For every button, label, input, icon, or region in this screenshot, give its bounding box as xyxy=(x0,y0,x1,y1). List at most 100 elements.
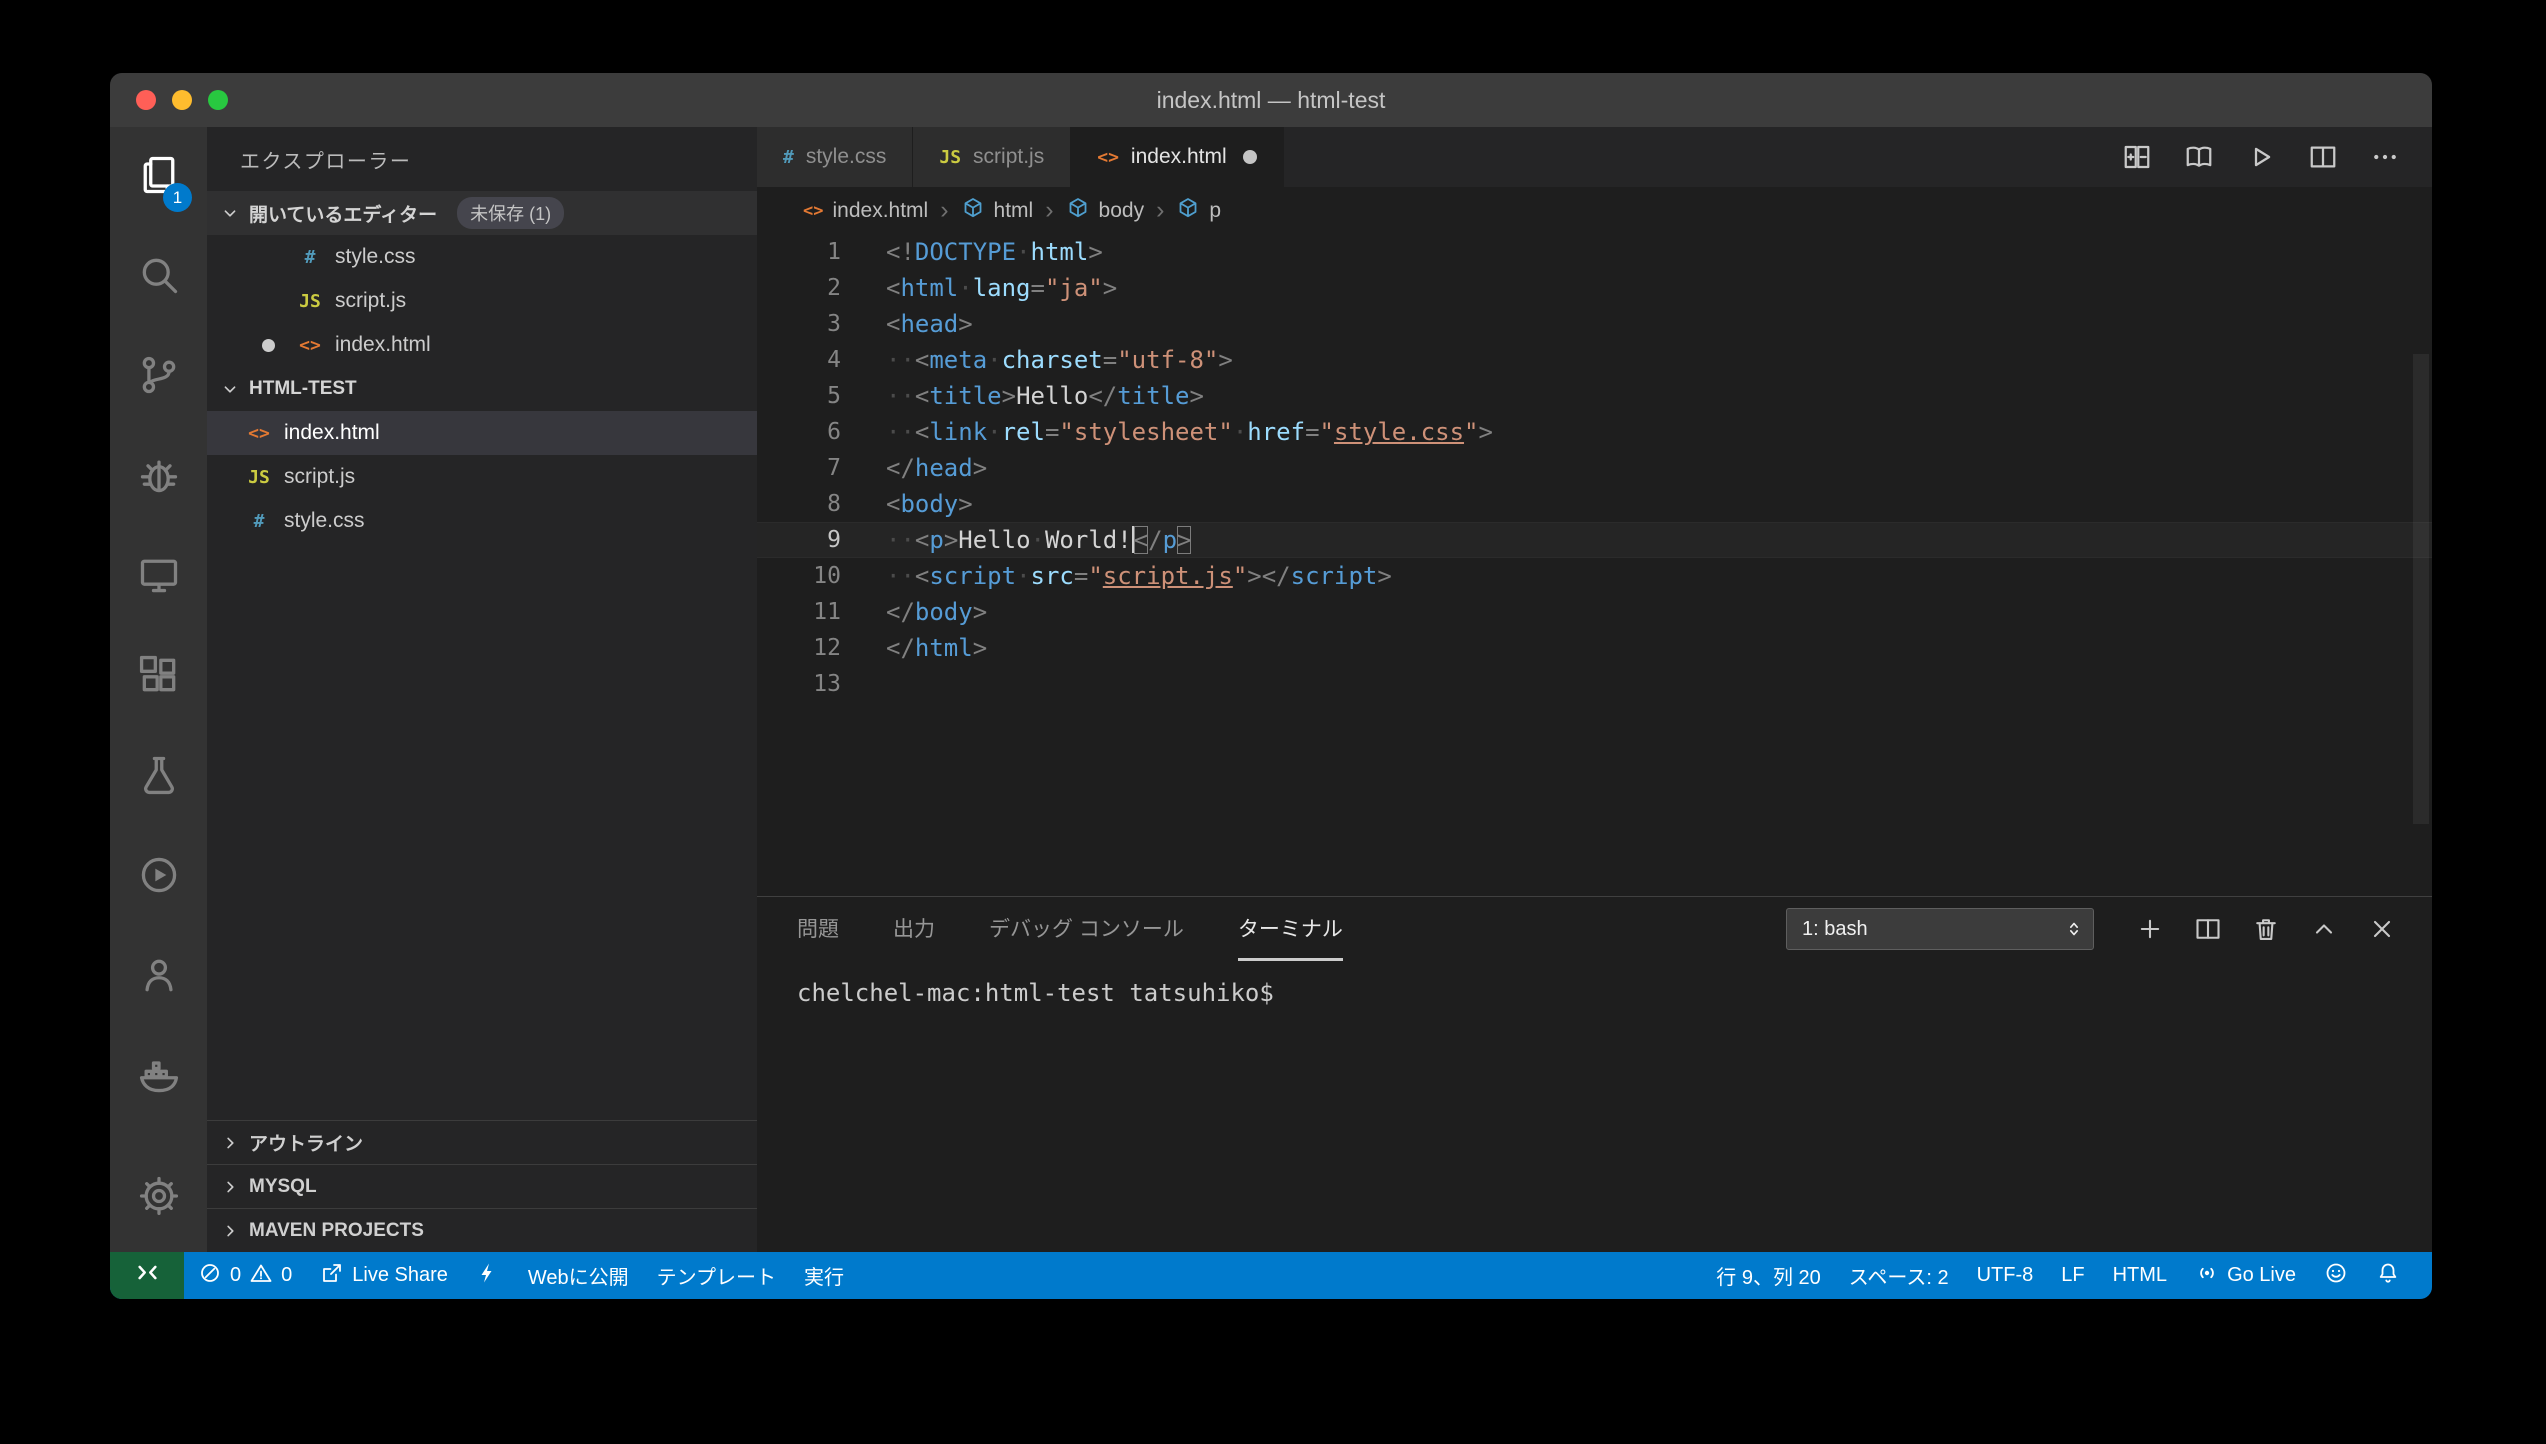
open-editors-header[interactable]: 開いているエディター 未保存 (1) xyxy=(207,191,757,235)
code-line[interactable]: 9··<p>Hello·World!</p> xyxy=(757,522,2432,558)
editor-scrollbar[interactable] xyxy=(2413,354,2429,824)
more-actions-icon[interactable] xyxy=(2370,142,2400,172)
tab-script-js[interactable]: JS script.js xyxy=(913,127,1071,187)
activity-item-extensions[interactable] xyxy=(110,627,207,727)
maximize-panel-icon[interactable] xyxy=(2310,915,2338,943)
activity-item-test[interactable] xyxy=(110,727,207,827)
activity-bar: 1 xyxy=(110,127,207,1252)
code-text: ··<meta·charset="utf-8"> xyxy=(886,342,1233,378)
beaker-icon xyxy=(137,753,181,802)
cursor-position[interactable]: 行 9、列 20 xyxy=(1702,1252,1834,1299)
section-mysql[interactable]: MYSQL xyxy=(207,1164,757,1208)
problems-status[interactable]: 0 0 xyxy=(184,1252,306,1299)
run-button[interactable]: 実行 xyxy=(790,1252,858,1299)
code-line[interactable]: 12</html> xyxy=(757,630,2432,666)
template-button[interactable]: テンプレート xyxy=(643,1252,790,1299)
html-file-icon: <> xyxy=(803,201,823,221)
remote-indicator[interactable] xyxy=(110,1252,184,1299)
code-line[interactable]: 1<!DOCTYPE·html> xyxy=(757,234,2432,270)
file-tree-item[interactable]: # style.css xyxy=(207,499,757,543)
open-editor-item[interactable]: JS script.js xyxy=(207,279,757,323)
html-file-icon: <> xyxy=(243,423,275,444)
file-tree-item[interactable]: JS script.js xyxy=(207,455,757,499)
minimize-window-button[interactable] xyxy=(172,90,192,110)
collapsed-sections: アウトライン MYSQL MAVEN PROJECTS xyxy=(207,1120,757,1252)
breadcrumb-separator: › xyxy=(1043,196,1055,225)
close-panel-icon[interactable] xyxy=(2368,915,2396,943)
encoding-status[interactable]: UTF-8 xyxy=(1963,1252,2048,1299)
zoom-window-button[interactable] xyxy=(208,90,228,110)
tab-style-css[interactable]: # style.css xyxy=(757,127,913,187)
sidebar-title: エクスプローラー xyxy=(207,127,757,191)
panel-tab-terminal[interactable]: ターミナル xyxy=(1238,897,1343,961)
close-window-button[interactable] xyxy=(136,90,156,110)
split-editor-icon[interactable] xyxy=(2308,142,2338,172)
breadcrumb-item-html[interactable]: html xyxy=(961,196,1034,226)
panel-tab-problems[interactable]: 問題 xyxy=(797,897,839,961)
activity-item-remote-explorer[interactable] xyxy=(110,527,207,627)
breadcrumb-separator: › xyxy=(938,196,950,225)
open-editor-item[interactable]: <> index.html xyxy=(207,323,757,367)
run-icon[interactable] xyxy=(2246,142,2276,172)
code-line[interactable]: 11</body> xyxy=(757,594,2432,630)
tab-index-html[interactable]: <> index.html xyxy=(1071,127,1283,187)
code-editor[interactable]: 1<!DOCTYPE·html>2<html·lang="ja">3<head>… xyxy=(757,234,2432,896)
play-circle-icon xyxy=(137,853,181,902)
indentation-status[interactable]: スペース: 2 xyxy=(1835,1252,1963,1299)
code-line[interactable]: 8<body> xyxy=(757,486,2432,522)
activity-item-explorer[interactable]: 1 xyxy=(110,127,207,227)
code-line[interactable]: 7</head> xyxy=(757,450,2432,486)
error-icon xyxy=(198,1261,222,1291)
line-number: 1 xyxy=(757,234,841,270)
notifications-bell-button[interactable] xyxy=(2362,1252,2414,1299)
open-editor-item[interactable]: # style.css xyxy=(207,235,757,279)
eol-status[interactable]: LF xyxy=(2047,1252,2098,1299)
warning-icon xyxy=(249,1261,273,1291)
activity-item-debug[interactable] xyxy=(110,427,207,527)
feedback-smiley-button[interactable] xyxy=(2310,1252,2362,1299)
line-number: 7 xyxy=(757,450,841,486)
window-title: index.html — html-test xyxy=(1157,87,1386,114)
code-line[interactable]: 10··<script·src="script.js"></script> xyxy=(757,558,2432,594)
folder-section-header[interactable]: HTML-TEST xyxy=(207,367,757,411)
kill-terminal-trash-icon[interactable] xyxy=(2252,915,2280,943)
open-preview-icon[interactable] xyxy=(2184,142,2214,172)
file-tree-item[interactable]: <> index.html xyxy=(207,411,757,455)
language-mode[interactable]: HTML xyxy=(2099,1252,2181,1299)
flash-button[interactable] xyxy=(462,1252,514,1299)
activity-item-settings[interactable] xyxy=(110,1148,207,1248)
file-name: script.js xyxy=(335,289,406,313)
section-outline[interactable]: アウトライン xyxy=(207,1120,757,1164)
tab-label: style.css xyxy=(806,145,887,169)
code-line[interactable]: 4··<meta·charset="utf-8"> xyxy=(757,342,2432,378)
open-changes-icon[interactable] xyxy=(2122,142,2152,172)
activity-item-live-share[interactable] xyxy=(110,927,207,1027)
activity-item-play-circle[interactable] xyxy=(110,827,207,927)
activity-item-source-control[interactable] xyxy=(110,327,207,427)
js-file-icon: JS xyxy=(243,467,275,488)
code-line[interactable]: 13 xyxy=(757,666,2432,702)
css-file-icon: # xyxy=(783,147,794,168)
code-line[interactable]: 2<html·lang="ja"> xyxy=(757,270,2432,306)
split-terminal-icon[interactable] xyxy=(2194,915,2222,943)
activity-item-docker[interactable] xyxy=(110,1027,207,1127)
terminal[interactable]: chelchel-mac:html-test tatsuhiko$ xyxy=(757,961,2432,1252)
activity-item-search[interactable] xyxy=(110,227,207,327)
code-line[interactable]: 3<head> xyxy=(757,306,2432,342)
live-share-button[interactable]: Live Share xyxy=(306,1252,462,1299)
code-text: ··<link·rel="stylesheet"·href="style.css… xyxy=(886,414,1493,450)
code-line[interactable]: 5··<title>Hello</title> xyxy=(757,378,2432,414)
title-bar[interactable]: index.html — html-test xyxy=(110,73,2432,127)
breadcrumb-item-file[interactable]: <> index.html xyxy=(803,199,928,223)
panel-tab-output[interactable]: 出力 xyxy=(893,897,935,961)
code-line[interactable]: 6··<link·rel="stylesheet"·href="style.cs… xyxy=(757,414,2432,450)
breadcrumb-item-p[interactable]: p xyxy=(1176,196,1221,226)
publish-button[interactable]: Webに公開 xyxy=(514,1252,643,1299)
error-count: 0 xyxy=(230,1264,241,1287)
breadcrumb-item-body[interactable]: body xyxy=(1066,196,1145,226)
new-terminal-icon[interactable] xyxy=(2136,915,2164,943)
terminal-picker[interactable]: 1: bash xyxy=(1786,908,2094,950)
panel-tab-debug-console[interactable]: デバッグ コンソール xyxy=(989,897,1184,961)
go-live-button[interactable]: Go Live xyxy=(2181,1252,2310,1299)
section-maven-projects[interactable]: MAVEN PROJECTS xyxy=(207,1208,757,1252)
